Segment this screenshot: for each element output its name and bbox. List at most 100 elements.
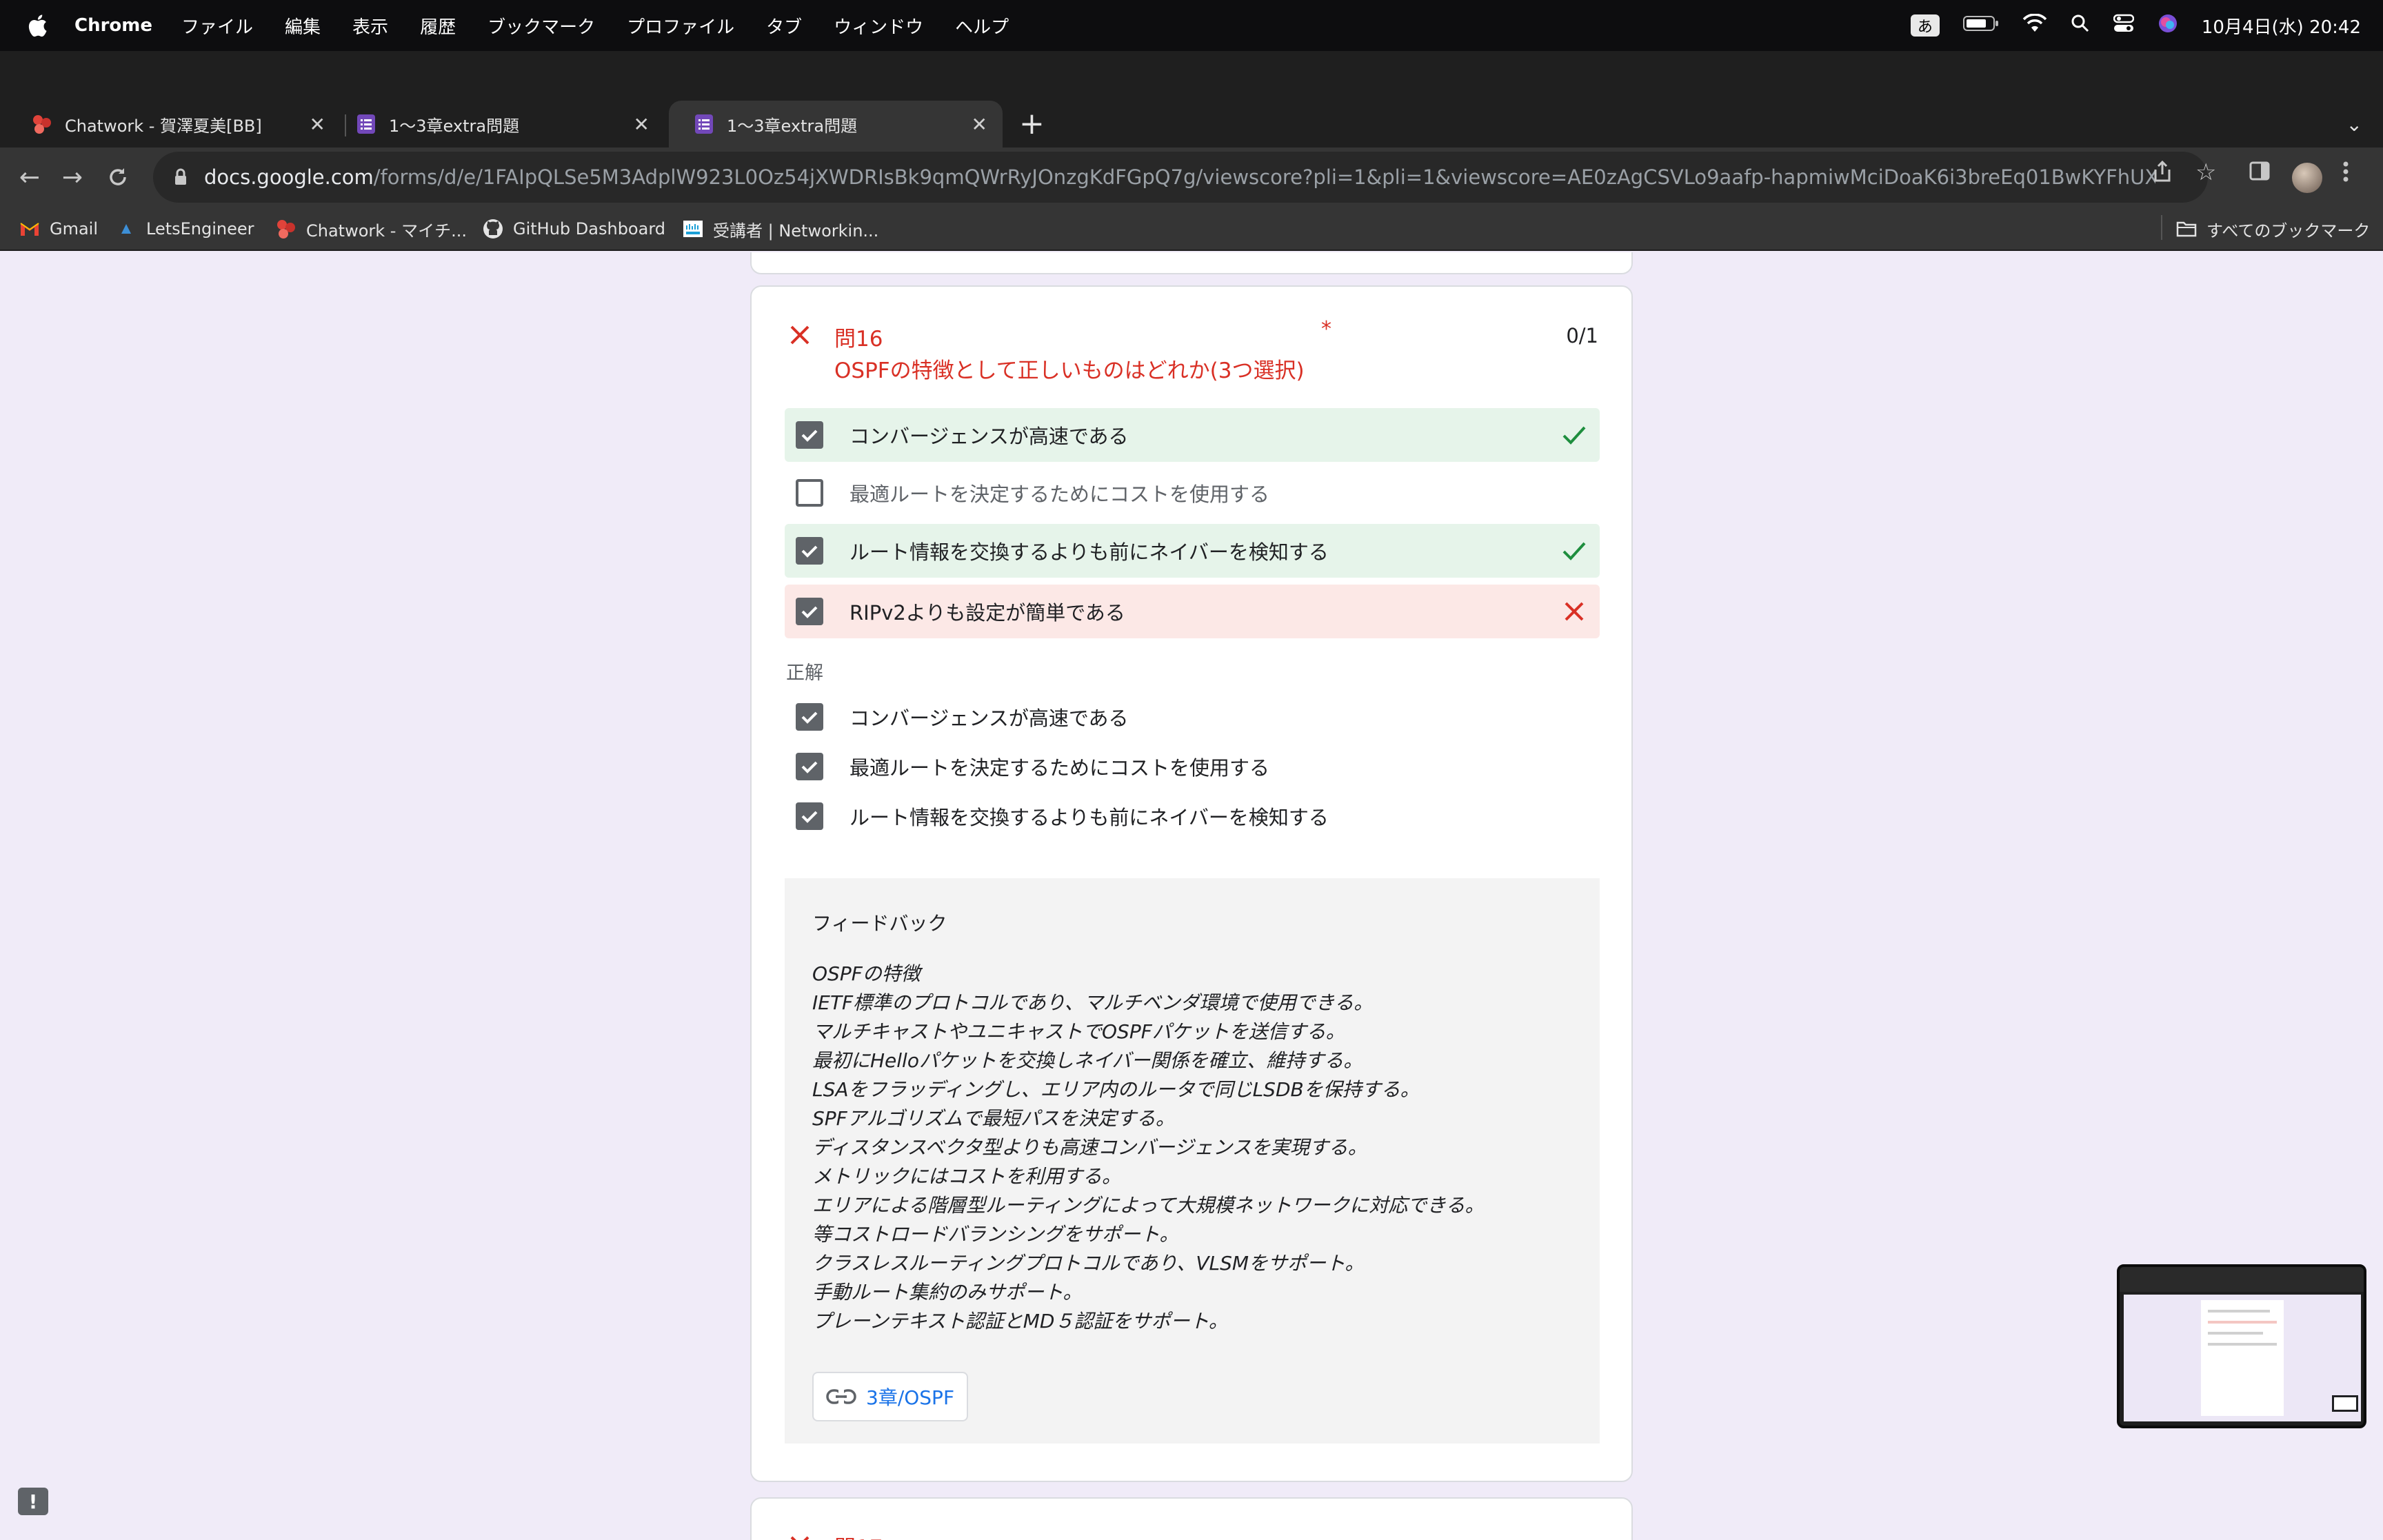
menu-tab[interactable]: タブ: [766, 13, 802, 39]
back-button[interactable]: ←: [12, 160, 47, 194]
profile-avatar[interactable]: [2292, 163, 2322, 193]
thumbnail-card: [2201, 1300, 2284, 1416]
url-text: docs.google.com/forms/d/e/1FAIpQLSe5M3Ad…: [204, 165, 2155, 189]
thumbnail-line: [2208, 1310, 2270, 1313]
tab-title: 1〜3章extra問題: [389, 116, 520, 136]
bookmark-label: 受講者 | Networkin...: [713, 221, 879, 241]
thumbnail-line: [2208, 1343, 2277, 1346]
option-label: ルート情報を交換するよりも前にネイバーを検知する: [849, 540, 1329, 564]
correct-answer-label: コンバージェンスが高速である: [849, 707, 1129, 730]
new-tab-button[interactable]: +: [1019, 109, 1045, 139]
menu-view[interactable]: 表示: [352, 13, 388, 39]
correct-answers-heading: 正解: [786, 662, 823, 684]
thumbnail-browser-chrome: [2120, 1267, 2364, 1292]
chatwork-icon: [276, 219, 296, 239]
menu-profiles[interactable]: プロファイル: [627, 13, 734, 39]
close-tab-icon[interactable]: ✕: [310, 113, 325, 136]
bookmark-gmail[interactable]: Gmail: [19, 216, 98, 241]
macos-menu-bar: Chrome ファイル 編集 表示 履歴 ブックマーク プロファイル タブ ウィ…: [0, 0, 2383, 51]
question-card: 問16 * OSPFの特徴として正しいものはどれか(3つ選択) 0/1 コンバー…: [750, 285, 1633, 1482]
browser-toolbar: ← → docs.google.com/forms/d/e/1FAIpQLSe5…: [0, 148, 2383, 207]
bookmark-label: すべてのブックマーク: [2206, 221, 2371, 241]
folder-icon: [2176, 219, 2197, 239]
bookmark-networking[interactable]: 受講者 | Networkin...: [683, 216, 878, 241]
close-tab-icon[interactable]: ✕: [972, 113, 987, 136]
checkbox-unchecked[interactable]: [796, 479, 823, 507]
answer-option-incorrect: RIPv2よりも設定が簡単である: [785, 585, 1600, 638]
answer-option-correct: ルート情報を交換するよりも前にネイバーを検知する: [785, 524, 1600, 578]
menu-edit[interactable]: 編集: [285, 13, 321, 39]
bookmark-star-icon[interactable]: ☆: [2195, 159, 2216, 186]
thumbnail-window-icon: [2332, 1395, 2358, 1412]
feedback-line: メトリックにはコストを利用する。: [812, 1165, 1122, 1188]
side-panel-icon[interactable]: [2249, 160, 2270, 188]
question-number: 問16: [834, 327, 883, 352]
correct-answer-item: 最適ルートを決定するためにコストを使用する: [785, 746, 1269, 787]
share-icon[interactable]: [2153, 160, 2172, 190]
question-number: 問17: [834, 1530, 883, 1540]
lock-icon[interactable]: [174, 168, 188, 186]
menu-window[interactable]: ウィンドウ: [834, 13, 923, 39]
incorrect-x-icon: [787, 323, 812, 347]
feedback-heading: フィードバック: [812, 912, 947, 935]
close-tab-icon[interactable]: ✕: [634, 113, 650, 136]
control-center-icon[interactable]: [2113, 14, 2135, 38]
siri-icon[interactable]: [2158, 13, 2178, 39]
menubar-clock[interactable]: 10月4日(水) 20:42: [2202, 13, 2361, 39]
tab-title: Chatwork - 賀澤夏美[BB]: [65, 116, 262, 136]
google-forms-icon: [694, 114, 714, 134]
feedback-line: LSAをフラッディングし、エリア内のルータで同じLSDBを保持する。: [812, 1078, 1420, 1101]
bookmark-label: GitHub Dashboard: [513, 219, 666, 239]
input-method-indicator[interactable]: あ: [1910, 14, 1940, 37]
feedback-line: ディスタンスベクタ型よりも高速コンバージェンスを実現する。: [812, 1136, 1367, 1159]
question-text: OSPFの特徴として正しいものはどれか(3つ選択): [834, 358, 1305, 383]
bookmark-separator: [2161, 215, 2162, 240]
browser-tab-strip: Chatwork - 賀澤夏美[BB] ✕ 1〜3章extra問題 ✕ 1〜3章…: [0, 51, 2383, 148]
spotlight-search-icon[interactable]: [2071, 14, 2090, 38]
correct-answer-item: コンバージェンスが高速である: [785, 696, 1129, 738]
bookmark-letsengineer[interactable]: LetsEngineer: [116, 216, 254, 241]
github-icon: [483, 219, 503, 239]
screenshot-thumbnail[interactable]: [2117, 1264, 2366, 1428]
checkmark-icon: [1561, 422, 1587, 448]
menu-app-chrome[interactable]: Chrome: [74, 15, 152, 36]
thumbnail-line: [2208, 1332, 2263, 1335]
bookmark-chatwork[interactable]: Chatwork - マイチ...: [276, 216, 467, 241]
bookmark-label: LetsEngineer: [146, 219, 254, 239]
battery-icon[interactable]: [1962, 15, 1999, 37]
checkbox-checked[interactable]: [796, 421, 823, 449]
checkbox-checked: [796, 703, 823, 731]
question-score: 0/1: [1566, 324, 1598, 347]
menu-bookmarks[interactable]: ブックマーク: [487, 13, 595, 39]
apple-logo-icon[interactable]: [23, 12, 51, 39]
report-issue-button[interactable]: !: [18, 1488, 48, 1515]
address-bar[interactable]: docs.google.com/forms/d/e/1FAIpQLSe5M3Ad…: [153, 152, 2208, 203]
page-content[interactable]: 問16 * OSPFの特徴として正しいものはどれか(3つ選択) 0/1 コンバー…: [0, 252, 2383, 1540]
option-label: RIPv2よりも設定が簡単である: [849, 601, 1125, 625]
tab-search-chevron-icon[interactable]: ⌄: [2346, 113, 2362, 136]
forward-button[interactable]: →: [55, 160, 90, 194]
feedback-line: クラスレスルーティングプロトコルであり、VLSMをサポート。: [812, 1252, 1365, 1275]
all-bookmarks-folder[interactable]: すべてのブックマーク: [2176, 216, 2370, 241]
tab-forms-1[interactable]: 1〜3章extra問題 ✕: [331, 101, 665, 148]
chatwork-icon: [32, 114, 52, 134]
feedback-line: IETF標準のプロトコルであり、マルチベンダ環境で使用できる。: [812, 991, 1374, 1014]
feedback-line: マルチキャストやユニキャストでOSPFパケットを送信する。: [812, 1020, 1345, 1043]
tab-chatwork[interactable]: Chatwork - 賀澤夏美[BB] ✕: [7, 101, 341, 148]
tab-forms-active[interactable]: 1〜3章extra問題 ✕: [669, 101, 1003, 148]
checkbox-checked: [796, 802, 823, 830]
chrome-menu-icon[interactable]: [2342, 160, 2350, 190]
feedback-link-label: 3章/OSPF: [866, 1386, 955, 1409]
reload-button[interactable]: [101, 160, 135, 194]
wifi-icon[interactable]: [2022, 12, 2047, 38]
bookmark-github[interactable]: GitHub Dashboard: [483, 216, 665, 241]
checkbox-checked[interactable]: [796, 537, 823, 565]
checkbox-checked[interactable]: [796, 598, 823, 625]
menu-file[interactable]: ファイル: [181, 13, 253, 39]
thumbnail-line: [2208, 1321, 2277, 1324]
menu-history[interactable]: 履歴: [420, 13, 456, 39]
feedback-link-button[interactable]: 3章/OSPF: [812, 1372, 968, 1421]
bookmark-label: Chatwork - マイチ...: [306, 221, 467, 241]
next-question-card: 問17: [750, 1497, 1633, 1540]
menu-help[interactable]: ヘルプ: [955, 13, 1009, 39]
